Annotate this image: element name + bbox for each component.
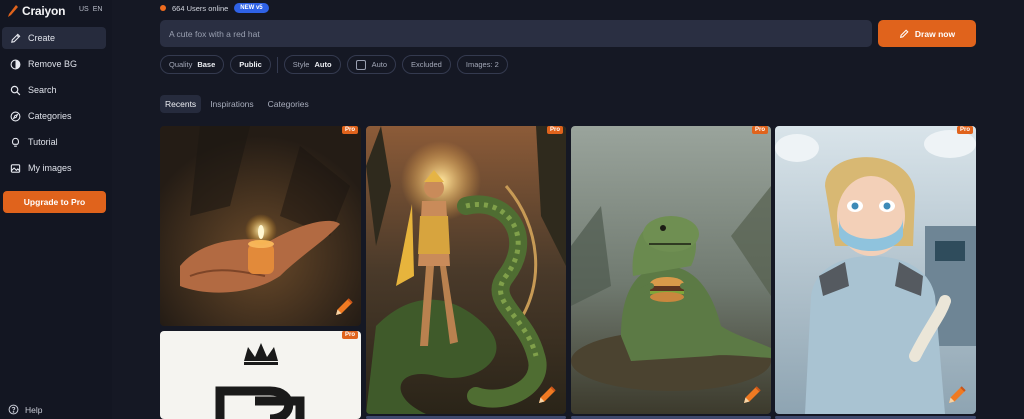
archer-serpent-image [366,126,566,414]
edit-pencil-icon[interactable] [333,296,355,318]
edit-pencil-icon[interactable] [946,384,968,406]
gallery-image-card[interactable]: Pro [366,126,566,414]
pro-badge: Pro [341,331,358,339]
help-icon [8,404,19,415]
pro-badge: Pro [546,126,563,134]
pro-badge: Pro [341,126,358,134]
lang-code[interactable]: EN [93,6,103,13]
search-icon [10,85,21,95]
prompt-input[interactable] [160,20,872,47]
pro-badge: Pro [956,126,973,134]
upgrade-to-pro-button[interactable]: Upgrade to Pro [3,191,106,213]
compass-icon [10,111,21,121]
draw-now-label: Draw now [914,28,956,39]
sidebar-item-label: Search [28,85,57,95]
pencil-icon [11,33,21,43]
gallery-tabs: Recents Inspirations Categories [160,95,314,113]
dinosaur-burger-image [571,126,771,414]
online-count: 664 Users online [172,3,229,13]
sidebar-item-label: Create [28,33,56,43]
divider [276,56,278,73]
help-label: Help [25,404,43,415]
gallery-image-card[interactable]: Pro [571,126,771,414]
tab-categories[interactable]: Categories [263,95,314,113]
style-selector[interactable]: Style Auto [283,55,341,74]
image-icon [10,163,21,173]
sidebar-item-search[interactable]: Search [2,79,106,101]
visibility-toggle[interactable]: Public [230,55,271,74]
sidebar-item-label: Tutorial [28,137,58,147]
sidebar-item-my-images[interactable]: My images [2,157,106,179]
sidebar-item-tutorial[interactable]: Tutorial [2,131,106,153]
edit-pencil-icon[interactable] [741,384,763,406]
checkbox-icon[interactable] [355,59,366,70]
help-link[interactable]: Help [8,404,42,415]
tab-inspirations[interactable]: Inspirations [205,95,258,113]
gallery-image-card[interactable]: Pro [160,331,361,419]
quality-value: Base [197,60,216,69]
quality-selector[interactable]: Quality Base [160,55,225,74]
images-count-selector[interactable]: Images: 2 [456,55,508,74]
crown-logo-image [160,331,361,419]
pro-badge: Pro [751,126,768,134]
sidebar-item-label: My images [28,163,72,173]
sidebar-item-create[interactable]: Create [2,27,106,49]
candle-hand-image [160,126,361,326]
pencil-icon [899,28,909,38]
pencil-logo-icon [8,5,18,17]
lang-country[interactable]: US [79,6,89,13]
lightbulb-icon [11,137,20,147]
sidebar-item-label: Categories [28,111,72,121]
online-dot [160,5,166,11]
auto-checkbox-pill[interactable]: Auto [346,55,396,74]
gallery-image-card[interactable]: Pro [775,126,976,414]
gallery-image-card[interactable]: Pro [160,126,361,326]
style-value: Auto [314,60,332,69]
sidebar-item-remove-bg[interactable]: Remove BG [2,53,106,75]
new-version-badge[interactable]: NEW v5 [234,3,269,13]
style-label: Style [292,60,310,69]
quality-label: Quality [169,60,193,69]
tab-recents[interactable]: Recents [160,95,202,113]
brand-name: Craiyon [22,4,66,18]
excluded-input[interactable]: Excluded [402,55,451,74]
generation-options: Quality Base Public Style Auto Auto Excl… [160,55,514,74]
sidebar-nav: Create Remove BG Search Categories Tutor… [2,27,106,183]
auto-label: Auto [371,60,387,69]
edit-pencil-icon[interactable] [536,384,558,406]
sidebar-item-categories[interactable]: Categories [2,105,106,127]
sidebar: Craiyon US EN Create Remove BG Search Ca… [0,0,112,419]
sidebar-item-label: Remove BG [28,59,78,69]
language-selector[interactable]: US EN [79,6,102,13]
surgeon-image [775,126,976,414]
brand-logo[interactable]: Craiyon [8,4,65,18]
online-status: 664 Users online NEW v5 [160,2,269,14]
contrast-icon [10,59,21,69]
draw-now-button[interactable]: Draw now [878,20,976,47]
